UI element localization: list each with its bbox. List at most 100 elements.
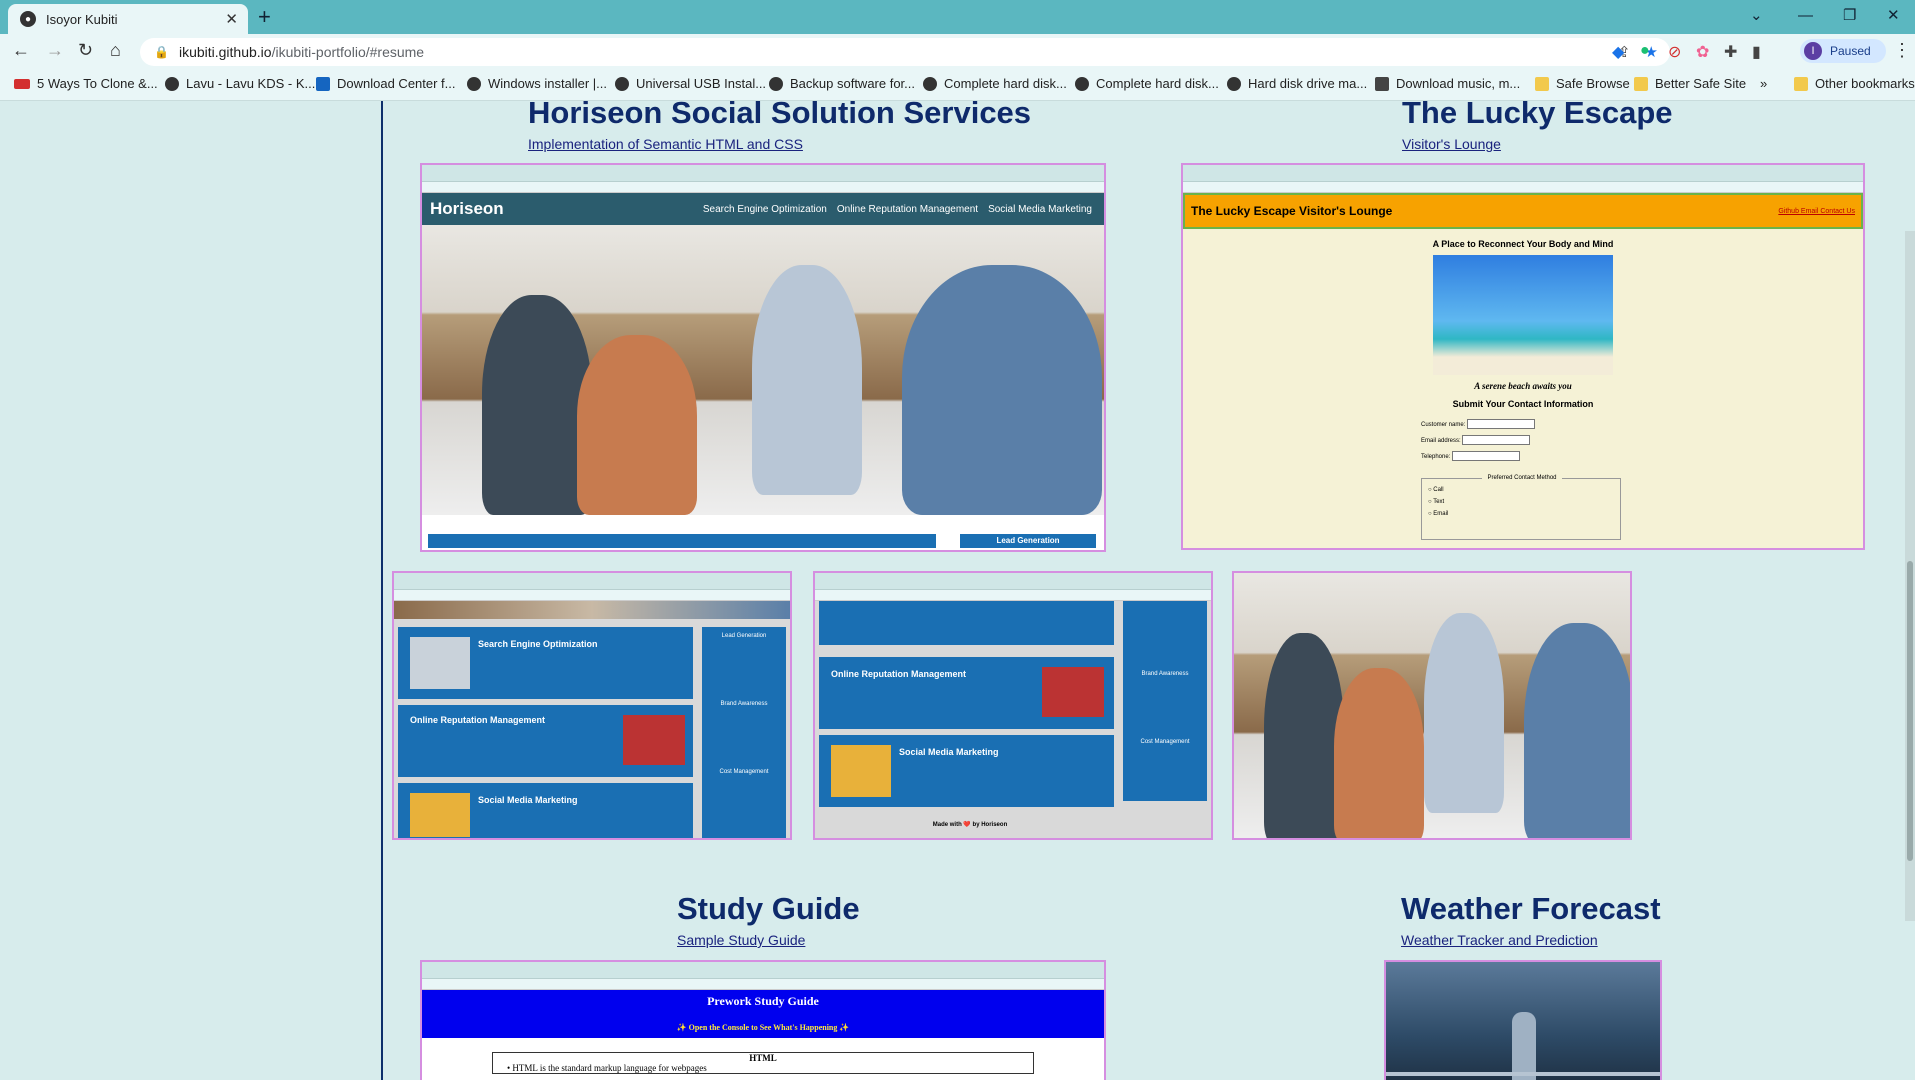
project-link[interactable]: Weather Tracker and Prediction bbox=[1401, 932, 1598, 948]
field-label: Customer name: bbox=[1421, 422, 1466, 428]
reload-icon[interactable]: ↻ bbox=[78, 40, 93, 61]
person-shape bbox=[902, 265, 1102, 515]
field-box bbox=[1467, 419, 1536, 430]
project-title: Weather Forecast bbox=[1401, 891, 1661, 926]
project-screenshot[interactable]: Horiseon Search Engine Optimization Onli… bbox=[420, 163, 1106, 552]
screenshot-bookmarks bbox=[422, 979, 1104, 990]
radio-label: Call bbox=[1433, 487, 1444, 493]
screenshot-heading: Prework Study Guide bbox=[707, 994, 819, 1008]
box-bullet: HTML is the standard markup language for… bbox=[512, 1063, 707, 1073]
back-icon[interactable]: ← bbox=[12, 40, 30, 61]
bookmark-item[interactable]: Complete hard disk... bbox=[1075, 76, 1219, 91]
screenshot-footer: Made with ❤️ by Horiseon bbox=[932, 822, 1008, 828]
screenshot-chrome bbox=[422, 165, 1104, 182]
minimize-icon[interactable]: — bbox=[1798, 0, 1813, 30]
screenshot-chrome bbox=[394, 573, 790, 590]
radio-label: Email bbox=[1433, 511, 1449, 517]
screenshot-sidebar: Lead Generation Brand Awareness Cost Man… bbox=[702, 627, 786, 838]
menu-icon[interactable]: ⋮ bbox=[1893, 40, 1911, 61]
address-bar[interactable]: 🔒 ikubiti.github.io/ikubiti-portfolio/#r… bbox=[140, 38, 1670, 66]
extension-icon[interactable]: ✿ bbox=[1696, 42, 1709, 62]
screenshot-sidebar: Brand Awareness Cost Management bbox=[1123, 601, 1207, 801]
grammarly-icon[interactable]: ● bbox=[1640, 42, 1650, 60]
screenshot-chrome bbox=[815, 573, 1211, 590]
extension-shield-icon[interactable]: ◆ bbox=[1612, 42, 1624, 62]
screenshot-section: Online Reputation Management bbox=[819, 657, 1114, 729]
close-window-icon[interactable]: ✕ bbox=[1887, 0, 1900, 30]
project-screenshot[interactable]: Prework Study Guide ✨ Open the Console t… bbox=[420, 960, 1106, 1080]
field-box bbox=[1462, 435, 1531, 446]
bookmark-item[interactable]: Download music, m... bbox=[1375, 76, 1520, 91]
lock-icon: 🔒 bbox=[154, 45, 169, 59]
restore-icon[interactable]: ❐ bbox=[1843, 0, 1856, 30]
field-label: Telephone: bbox=[1421, 454, 1451, 460]
fieldset-legend: Preferred Contact Method bbox=[1482, 475, 1562, 481]
divider bbox=[381, 101, 383, 1080]
screenshot-chrome bbox=[422, 962, 1104, 979]
bookmark-item[interactable]: Download Center f... bbox=[316, 76, 456, 91]
project-screenshot[interactable] bbox=[1232, 571, 1632, 840]
bookmark-item[interactable]: Better Safe Site bbox=[1634, 76, 1746, 91]
project-screenshot[interactable]: The Lucky Escape Visitor's Lounge Github… bbox=[1181, 163, 1865, 550]
hd-icon bbox=[14, 78, 30, 89]
profile-button[interactable]: I Paused bbox=[1800, 39, 1886, 63]
office-photo bbox=[422, 225, 1104, 515]
bookmark-item[interactable]: Windows installer |... bbox=[467, 76, 607, 91]
bookmark-item[interactable]: 5 Ways To Clone &... bbox=[14, 76, 158, 91]
screenshot-subheading: ✨ Open the Console to See What's Happeni… bbox=[676, 1023, 850, 1032]
adblock-icon[interactable]: ⊘ bbox=[1668, 42, 1681, 62]
puzzle-icon[interactable]: ✚ bbox=[1724, 42, 1737, 62]
screenshot-section: Search Engine Optimization bbox=[398, 627, 693, 699]
home-icon[interactable]: ⌂ bbox=[110, 40, 121, 61]
tab-search-icon[interactable]: ⌄ bbox=[1750, 0, 1763, 30]
box-title: HTML bbox=[749, 1053, 777, 1063]
screenshot-bookmarks bbox=[1183, 182, 1863, 193]
person-shape bbox=[1264, 633, 1344, 838]
bookmark-item[interactable]: Complete hard disk... bbox=[923, 76, 1067, 91]
profile-status: Paused bbox=[1830, 44, 1871, 58]
project-link[interactable]: Implementation of Semantic HTML and CSS bbox=[528, 136, 803, 152]
forward-icon[interactable]: → bbox=[46, 40, 64, 61]
browser-toolbar: ← → ↻ ⌂ 🔒 ikubiti.github.io/ikubiti-port… bbox=[0, 34, 1915, 70]
pier-shape bbox=[1386, 1072, 1660, 1076]
globe-icon bbox=[467, 76, 481, 91]
screenshot-cta: Lead Generation bbox=[960, 534, 1096, 548]
close-tab-icon[interactable]: ✕ bbox=[225, 10, 238, 28]
section-title: Social Media Marketing bbox=[478, 795, 578, 805]
page-scrollbar[interactable] bbox=[1905, 231, 1915, 921]
bookmark-item[interactable]: Backup software for... bbox=[769, 76, 915, 91]
tab-title: Isoyor Kubiti bbox=[46, 11, 118, 27]
beach-photo bbox=[1433, 255, 1613, 375]
globe-icon bbox=[1227, 76, 1241, 91]
tower-shape bbox=[1512, 1012, 1536, 1080]
project-screenshot[interactable] bbox=[1384, 960, 1662, 1080]
project-screenshot[interactable]: Online Reputation Management Social Medi… bbox=[813, 571, 1213, 840]
project-link[interactable]: Sample Study Guide bbox=[677, 932, 805, 948]
bookmark-item[interactable]: Universal USB Instal... bbox=[615, 76, 766, 91]
bookmarks-bar: 5 Ways To Clone &... Lavu - Lavu KDS - K… bbox=[0, 70, 1915, 101]
bookmark-item[interactable]: Safe Browse bbox=[1535, 76, 1630, 91]
project-screenshot[interactable]: Search Engine Optimization Online Reputa… bbox=[392, 571, 792, 840]
person-shape bbox=[1524, 623, 1630, 838]
new-tab-icon[interactable]: + bbox=[258, 4, 271, 30]
section-image bbox=[410, 793, 470, 837]
project-link[interactable]: Visitor's Lounge bbox=[1402, 136, 1501, 152]
lock-icon bbox=[1535, 76, 1549, 91]
bookmarks-overflow-icon[interactable]: » bbox=[1760, 76, 1767, 91]
bookmark-item[interactable]: Lavu - Lavu KDS - K... bbox=[165, 76, 315, 91]
screenshot-bar bbox=[428, 534, 936, 548]
screenshot-caption: A serene beach awaits you bbox=[1474, 381, 1572, 391]
side-panel-icon[interactable]: ▮ bbox=[1752, 42, 1761, 62]
screenshot-bookmarks bbox=[422, 182, 1104, 193]
sidebar-title: Cost Management bbox=[1140, 739, 1190, 745]
screenshot-logo: Horiseon bbox=[430, 199, 504, 218]
browser-tab[interactable]: ● Isoyor Kubiti ✕ bbox=[8, 4, 248, 34]
screenshot-section: Social Media Marketing bbox=[398, 783, 693, 838]
section-title: Online Reputation Management bbox=[410, 715, 546, 725]
screenshot-section: Online Reputation Management bbox=[398, 705, 693, 777]
scrollbar-thumb[interactable] bbox=[1907, 561, 1913, 861]
other-bookmarks[interactable]: Other bookmarks bbox=[1794, 76, 1915, 91]
project-title: Study Guide bbox=[677, 891, 860, 926]
screenshot-fieldset: Preferred Contact Method ○ Call ○ Text ○… bbox=[1421, 475, 1621, 540]
bookmark-item[interactable]: Hard disk drive ma... bbox=[1227, 76, 1367, 91]
